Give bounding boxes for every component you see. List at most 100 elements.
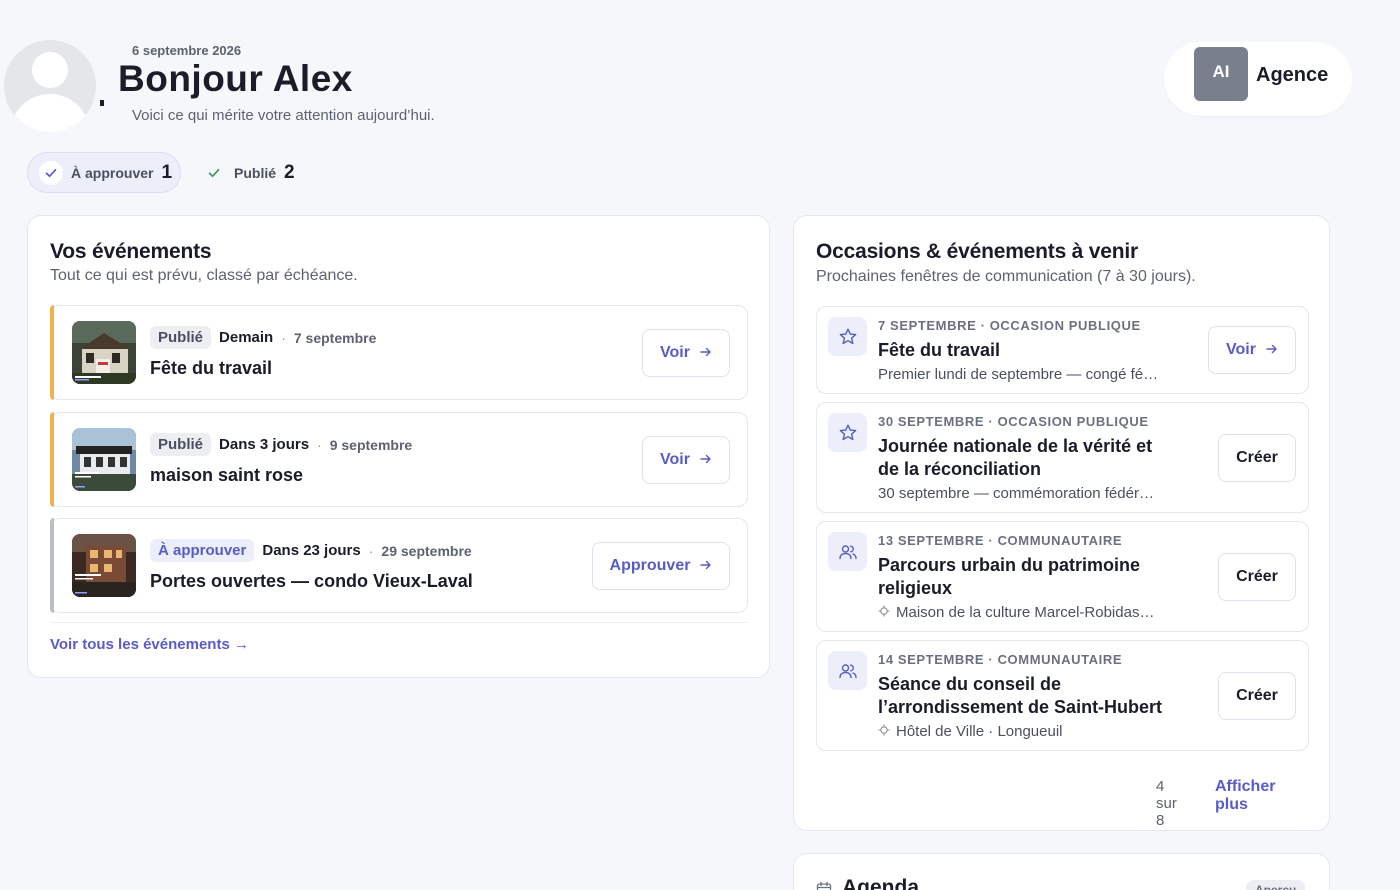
filter-to-approve[interactable]: À approuver 1 (27, 152, 181, 193)
events-card-title: Vos événements (50, 240, 212, 263)
status-accent-bar (50, 305, 54, 400)
separator-dot: · (317, 436, 322, 453)
preview-badge: Aperçu (1246, 880, 1306, 890)
occasion-row[interactable]: 30 SEPTEMBRE · OCCASION PUBLIQUE Journée… (816, 402, 1309, 513)
event-meta: Publié Dans 3 jours · 9 septembre (150, 433, 412, 456)
arrow-right-icon (700, 557, 712, 575)
occasion-row[interactable]: 14 SEPTEMBRE · COMMUNAUTAIRE Séance du c… (816, 640, 1309, 751)
agency-switcher[interactable]: AI Agence (1164, 42, 1352, 116)
events-card: Vos événements Tout ce qui est prévu, cl… (27, 215, 770, 678)
separator-dot: · (980, 318, 990, 333)
event-date: 7 septembre (293, 329, 377, 346)
view-button[interactable]: Voir (642, 436, 730, 484)
separator-dot: · (988, 414, 998, 429)
event-row[interactable]: Publié Dans 3 jours · 9 septembre maison… (50, 412, 748, 507)
occasion-category: OCCASION PUBLIQUE (989, 318, 1141, 333)
page-header: 6 septembre 2026 Bonjour Alex Voici ce q… (0, 0, 1400, 140)
occasion-category: COMMUNAUTAIRE (997, 533, 1123, 548)
event-relative-date: Dans 3 jours (219, 436, 310, 453)
avatar-indicator (100, 100, 104, 106)
calendar-icon (816, 881, 832, 890)
status-accent-bar (50, 518, 54, 613)
event-thumbnail[interactable] (72, 428, 136, 491)
separator-dot: · (281, 329, 286, 346)
star-icon (828, 317, 867, 356)
agency-avatar: AI (1194, 47, 1248, 101)
arrow-right-icon (700, 344, 712, 362)
occasions-card: Occasions & événements à venir Prochaine… (793, 215, 1330, 831)
occasion-tag: 13 SEPTEMBRE · COMMUNAUTAIRE (878, 533, 1122, 548)
location-pin-icon (878, 604, 890, 621)
show-more-link[interactable]: Afficher plus (1215, 778, 1275, 814)
view-button-label: Voir (660, 451, 690, 468)
event-relative-date: Dans 23 jours (262, 542, 361, 559)
agenda-title: Agenda (842, 876, 920, 890)
occasion-category: OCCASION PUBLIQUE (997, 414, 1149, 429)
occasion-location: Maison de la culture Marcel-Robidas… (878, 604, 1154, 621)
occasion-category: COMMUNAUTAIRE (997, 652, 1123, 667)
pagination-count: 4 sur 8 (1156, 778, 1177, 829)
users-icon (828, 532, 867, 571)
filter-published[interactable]: Publié 2 (196, 152, 316, 193)
occasion-description: Premier lundi de septembre — congé fé… (878, 366, 1158, 383)
create-button[interactable]: Créer (1218, 672, 1296, 720)
create-button[interactable]: Créer (1218, 553, 1296, 601)
avatar-body (10, 94, 90, 132)
occasion-tag: 7 SEPTEMBRE · OCCASION PUBLIQUE (878, 318, 1141, 333)
event-row[interactable]: Publié Demain · 7 septembre Fête du trav… (50, 305, 748, 400)
event-thumbnail[interactable] (72, 321, 136, 384)
occasion-title: Parcours urbain du patrimoine religieux (878, 555, 1141, 598)
event-row[interactable]: À approuver Dans 23 jours · 29 septembre… (50, 518, 748, 613)
filter-count: 1 (161, 161, 173, 183)
filter-label: À approuver (71, 164, 154, 181)
event-name: maison saint rose (150, 465, 304, 485)
view-button[interactable]: Voir (642, 329, 730, 377)
occasion-date: 13 SEPTEMBRE (878, 533, 985, 548)
occasion-title: Séance du conseil de l’arrondissement de… (878, 674, 1163, 717)
occasion-title: Fête du travail (878, 340, 1001, 360)
create-button[interactable]: Créer (1218, 434, 1296, 482)
agenda-card: Agenda Aperçu (793, 853, 1330, 890)
occasions-card-title: Occasions & événements à venir (816, 240, 1138, 263)
status-badge: Publié (150, 326, 212, 349)
status-accent-bar (50, 412, 54, 507)
event-name: Fête du travail (150, 358, 273, 378)
view-button-label: Voir (660, 344, 690, 361)
users-icon (828, 651, 867, 690)
check-icon (39, 160, 63, 185)
current-date: 6 septembre 2026 (132, 43, 242, 58)
page-title: Bonjour Alex (118, 58, 353, 99)
event-date: 9 septembre (329, 436, 413, 453)
occasion-title: Journée nationale de la vérité et de la … (878, 436, 1153, 479)
filter-label: Publié (234, 164, 277, 181)
occasion-location: Hôtel de Ville · Longueuil (878, 723, 1063, 740)
user-avatar[interactable] (4, 40, 96, 132)
event-meta: Publié Demain · 7 septembre (150, 326, 376, 349)
occasion-date: 30 SEPTEMBRE (878, 414, 985, 429)
occasion-row[interactable]: 7 SEPTEMBRE · OCCASION PUBLIQUE Fête du … (816, 306, 1309, 394)
event-date: 29 septembre (381, 542, 472, 559)
location-pin-icon (878, 723, 890, 740)
event-relative-date: Demain (219, 329, 274, 346)
event-meta: À approuver Dans 23 jours · 29 septembre (150, 539, 472, 562)
star-icon (828, 413, 867, 452)
status-badge: Publié (150, 433, 212, 456)
avatar-head (32, 52, 68, 88)
divider (50, 622, 748, 623)
occasion-tag: 30 SEPTEMBRE · OCCASION PUBLIQUE (878, 414, 1149, 429)
status-badge: À approuver (150, 539, 255, 562)
see-all-events-link[interactable]: Voir tous les événements → (50, 636, 249, 653)
page-subtitle: Voici ce qui mérite votre attention aujo… (132, 107, 435, 124)
filter-count: 2 (284, 161, 295, 183)
arrow-right-icon (700, 451, 712, 469)
approve-button[interactable]: Approuver (592, 542, 730, 590)
occasion-row[interactable]: 13 SEPTEMBRE · COMMUNAUTAIRE Parcours ur… (816, 521, 1309, 632)
event-thumbnail[interactable] (72, 534, 136, 597)
separator-dot: · (988, 652, 998, 667)
event-name: Portes ouvertes — condo Vieux-Laval (150, 571, 473, 591)
arrow-right-icon (1266, 341, 1278, 359)
view-button[interactable]: Voir (1208, 326, 1296, 374)
occasion-description: 30 septembre — commémoration fédér… (878, 485, 1154, 502)
view-button-label: Voir (1226, 341, 1256, 358)
occasion-description-text: 30 septembre — commémoration fédér… (878, 485, 1154, 502)
